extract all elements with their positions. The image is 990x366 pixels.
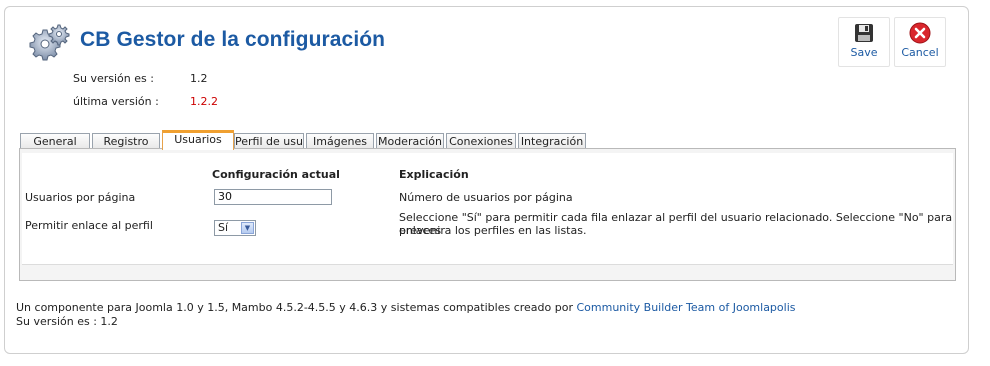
- save-button[interactable]: Save: [838, 17, 890, 67]
- cancel-label: Cancel: [901, 46, 939, 59]
- footer-text: Un componente para Joomla 1.0 y 1.5, Mam…: [16, 301, 573, 314]
- page-title: CB Gestor de la configuración: [80, 28, 386, 51]
- cancel-button[interactable]: Cancel: [894, 17, 946, 67]
- joomlapolis-link[interactable]: Community Builder Team of Joomlapolis: [576, 301, 795, 314]
- floppy-disk-icon: [855, 24, 873, 42]
- current-version-label: Su versión es :: [73, 72, 154, 85]
- latest-version-value: 1.2.2: [190, 95, 218, 108]
- allow-profile-link-label: Permitir enlace al perfil: [25, 219, 153, 232]
- tab-registro[interactable]: Registro: [92, 133, 160, 149]
- tab-usuarios[interactable]: Usuarios: [162, 130, 234, 150]
- chevron-down-icon[interactable]: ▼: [241, 222, 254, 234]
- users-per-page-explanation: Número de usuarios por página: [399, 191, 573, 204]
- gears-icon: [29, 24, 70, 61]
- footer-version: Su versión es : 1.2: [16, 315, 118, 328]
- settings-table: Configuración actual Explicación Usuario…: [22, 153, 953, 265]
- red-x-circle-icon: [909, 22, 931, 44]
- column-header-explanation: Explicación: [399, 168, 469, 181]
- tab-moderacion[interactable]: Moderación: [376, 133, 444, 149]
- save-label: Save: [850, 46, 878, 59]
- current-version-value: 1.2: [190, 72, 208, 85]
- toolbar: Save Cancel: [838, 17, 946, 67]
- users-per-page-label: Usuarios por página: [25, 191, 136, 204]
- footer: Un componente para Joomla 1.0 y 1.5, Mam…: [16, 301, 796, 329]
- tab-content-usuarios: Configuración actual Explicación Usuario…: [19, 148, 956, 281]
- allow-profile-link-explanation-line2: enlaces a los perfiles en las listas.: [399, 224, 587, 237]
- tab-imagenes[interactable]: Imágenes: [306, 133, 374, 149]
- tab-general[interactable]: General: [20, 133, 90, 149]
- users-per-page-input[interactable]: 30: [214, 189, 332, 205]
- tab-conexiones[interactable]: Conexiones: [446, 133, 516, 149]
- latest-version-label: última versión :: [73, 95, 159, 108]
- allow-profile-link-value: Sí: [218, 221, 229, 234]
- tab-perfil-de-usuario[interactable]: Perfil de usuari: [234, 133, 304, 149]
- tab-integracion[interactable]: Integración: [518, 133, 586, 149]
- allow-profile-link-select[interactable]: Sí ▼: [214, 220, 256, 236]
- column-header-current: Configuración actual: [212, 168, 340, 181]
